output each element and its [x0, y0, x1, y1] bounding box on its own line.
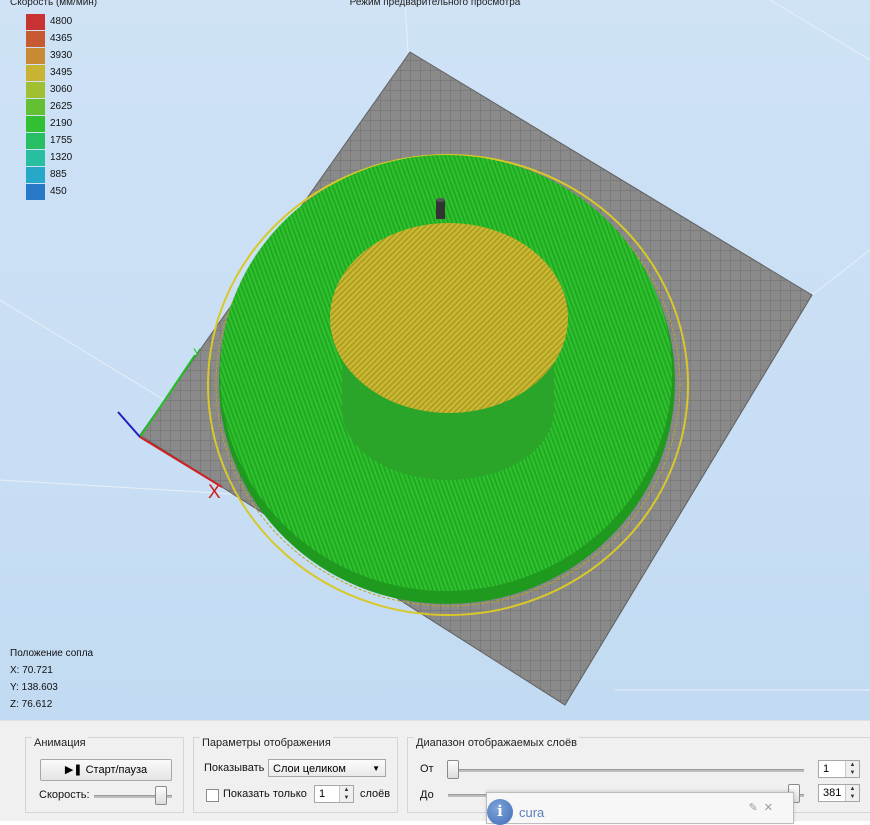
layer-count-spinbox[interactable]: 1 ▲ ▼: [314, 785, 354, 803]
to-spinbox[interactable]: 381 ▲ ▼: [818, 784, 860, 802]
legend-value: 450: [50, 186, 67, 197]
legend-swatch: [26, 81, 45, 98]
legend-row: 4365: [26, 30, 72, 47]
show-mode-value: Слои целиком: [273, 763, 346, 775]
legend-row: 2625: [26, 98, 72, 115]
animation-group: Анимация ▶❚ Старт/пауза Скорость:: [25, 737, 184, 813]
legend-swatch: [26, 183, 45, 200]
animation-title: Анимация: [32, 737, 88, 749]
nozzle-x: X: 70.721: [10, 665, 53, 676]
cura-notification[interactable]: i cura ✎✕: [486, 792, 794, 825]
display-options-title: Параметры отображения: [200, 737, 333, 749]
legend-value: 4365: [50, 33, 73, 44]
legend-swatch: [26, 166, 45, 183]
legend-swatch: [26, 64, 45, 81]
chevron-down-icon: ▼: [372, 764, 380, 773]
play-pause-button[interactable]: ▶❚ Старт/пауза: [40, 759, 172, 781]
legend-row: 3060: [26, 81, 72, 98]
settings-icon[interactable]: ✎: [749, 802, 764, 814]
legend-value: 3930: [50, 50, 73, 61]
play-pause-label: Старт/пауза: [85, 764, 148, 776]
view-mode-title: Режим предварительного просмотра: [349, 0, 521, 8]
legend-swatch: [26, 115, 45, 132]
spin-arrows-icon[interactable]: ▲ ▼: [339, 786, 353, 802]
to-label: До: [420, 789, 434, 801]
close-icon[interactable]: ✕: [764, 802, 779, 814]
3d-scene[interactable]: Y X: [0, 0, 870, 720]
legend-swatch: [26, 30, 45, 47]
legend-row: 1755: [26, 132, 72, 149]
speed-label: Скорость:: [39, 789, 90, 801]
legend-row: 1320: [26, 149, 72, 166]
from-slider-track[interactable]: [448, 769, 804, 772]
preview-viewport[interactable]: Y X Режим предварительного просмотра Ско…: [0, 0, 870, 720]
nozzle-title: Положение сопла: [10, 648, 94, 659]
legend-swatch: [26, 13, 45, 30]
to-value: 381: [823, 787, 842, 799]
legend-value: 885: [50, 169, 67, 180]
play-pause-icon: ▶❚: [64, 764, 83, 776]
legend-value: 4800: [50, 16, 73, 27]
legend-row: 450: [26, 183, 72, 200]
legend-swatch: [26, 132, 45, 149]
show-label: Показывать: [204, 762, 265, 774]
legend-swatch: [26, 98, 45, 115]
from-value: 1: [823, 763, 830, 775]
info-icon: i: [487, 799, 513, 825]
legend-title: Скорость (мм/мин): [10, 0, 98, 8]
notification-controls: ✎✕: [749, 801, 779, 814]
axis-label-x: X: [208, 482, 221, 503]
legend-value: 1755: [50, 135, 73, 146]
from-spinbox[interactable]: 1 ▲ ▼: [818, 760, 860, 778]
legend-value: 2190: [50, 118, 73, 129]
legend-row: 2190: [26, 115, 72, 132]
layer-count-value: 1: [319, 788, 326, 800]
from-slider-handle[interactable]: [447, 760, 459, 779]
speed-legend: 4800 4365 3930 3495 3060 2625 2190 1755 1320 885 4…: [26, 13, 72, 200]
spin-arrows-icon[interactable]: ▲ ▼: [845, 785, 859, 801]
legend-swatch: [26, 149, 45, 166]
nozzle-position: Положение сопла X: 70.721 Y: 138.603 Z: …: [10, 645, 93, 713]
layer-range-title: Диапазон отображаемых слоёв: [414, 737, 580, 749]
spin-arrows-icon[interactable]: ▲ ▼: [845, 761, 859, 777]
display-options-group: Параметры отображения Показывать Слои це…: [193, 737, 398, 813]
legend-swatch: [26, 47, 45, 64]
notification-app-name: cura: [519, 805, 545, 820]
nozzle-y: Y: 138.603: [10, 682, 58, 693]
from-label: От: [420, 763, 434, 775]
show-only-checkbox[interactable]: [206, 789, 219, 802]
legend-row: 4800: [26, 13, 72, 30]
nozzle-z: Z: 76.612: [10, 699, 53, 710]
axis-label-y: Y: [193, 346, 201, 360]
legend-value: 2625: [50, 101, 73, 112]
legend-value: 3495: [50, 67, 73, 78]
legend-row: 3930: [26, 47, 72, 64]
show-only-label: Показать только: [223, 788, 307, 800]
legend-value: 1320: [50, 152, 73, 163]
legend-row: 3495: [26, 64, 72, 81]
legend-row: 885: [26, 166, 72, 183]
legend-value: 3060: [50, 84, 73, 95]
show-mode-select[interactable]: Слои целиком ▼: [268, 759, 386, 777]
speed-slider-handle[interactable]: [155, 786, 167, 805]
layers-label: слоёв: [360, 788, 391, 800]
